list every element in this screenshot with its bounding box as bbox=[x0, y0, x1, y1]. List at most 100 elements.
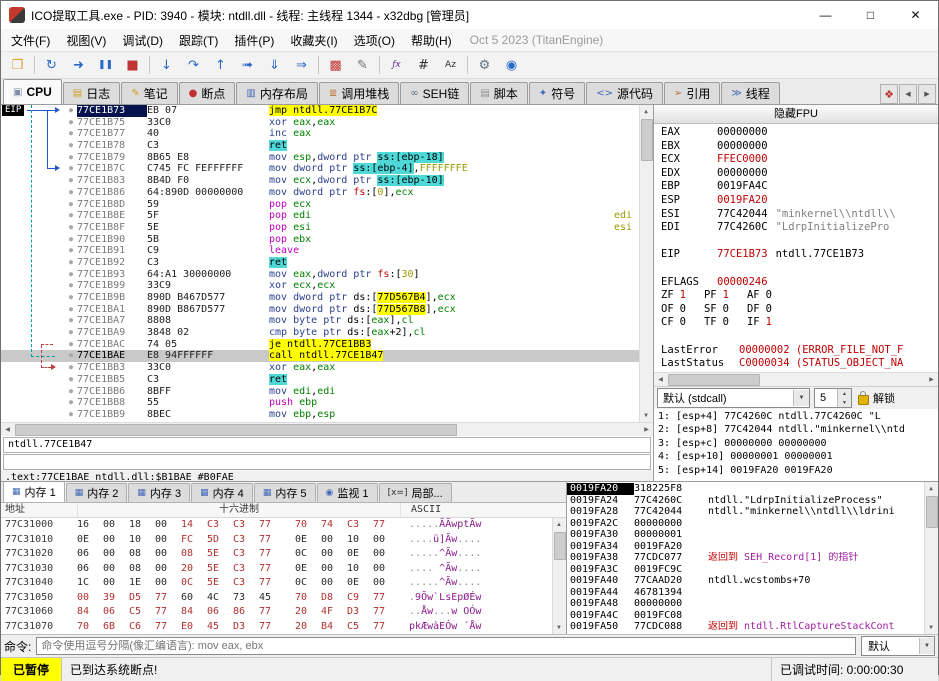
hash-button[interactable]: # bbox=[410, 53, 437, 77]
breakpoint-dot[interactable]: ● bbox=[65, 397, 77, 409]
breakpoint-dot[interactable]: ● bbox=[65, 234, 77, 246]
breakpoint-dot[interactable]: ● bbox=[65, 350, 77, 362]
tab-dump-3[interactable]: ▦ 内存 3 bbox=[128, 483, 191, 502]
disasm-row[interactable]: ● 77CE1BB3 33C0 xor eax,eax bbox=[1, 362, 640, 374]
tab-scroll-left[interactable]: ◀ bbox=[899, 84, 917, 104]
stack-row[interactable]: 0019FA34 0019FA20 bbox=[567, 541, 925, 553]
dump-row[interactable]: 77C31040 1C 00 1E 00 0C 5E C3 77 0C 00 0E 00 .....^Ãw… bbox=[1, 576, 566, 591]
disasm-row[interactable]: ● 77CE1B73 EB 07 jmp ntdll.77CE1B7C bbox=[1, 105, 640, 117]
scroll-right-icon[interactable]: ▶ bbox=[640, 423, 653, 435]
step-out-button[interactable]: ↑ bbox=[207, 53, 234, 77]
argument-row[interactable]: 2: [esp+8] 77C42044 ntdll."minkernel\\nt… bbox=[658, 423, 938, 436]
breakpoint-dot[interactable]: ● bbox=[65, 199, 77, 211]
stack-row[interactable]: 0019FA50 77CDC088 返回到 ntdll.RtlCaptureStac… bbox=[567, 621, 925, 633]
tab-call-stack[interactable]: ≣ 调用堆栈 bbox=[318, 82, 400, 104]
chevron-down-icon[interactable]: ▼ bbox=[919, 638, 934, 654]
breakpoint-dot[interactable]: ● bbox=[65, 280, 77, 292]
argument-row[interactable]: 5: [esp+14] 0019FA20 0019FA20 bbox=[658, 464, 938, 477]
detach-tab-icon[interactable]: ❖ bbox=[880, 84, 898, 104]
tab-memory-map[interactable]: ▥ 内存布局 bbox=[236, 82, 318, 104]
stack-row[interactable]: 0019FA40 77CAAD20 ntdll.wcstombs+70 bbox=[567, 575, 925, 587]
command-profile-select[interactable]: 默认 ▼ bbox=[861, 636, 935, 656]
disasm-row[interactable]: ● 77CE1B90 5B pop ebx bbox=[1, 234, 640, 246]
hide-fpu-header[interactable]: 隐藏FPU bbox=[654, 105, 938, 124]
tab-notes[interactable]: ✎ 笔记 bbox=[121, 82, 178, 104]
scroll-down-icon[interactable]: ▼ bbox=[553, 621, 565, 634]
breakpoint-dot[interactable]: ● bbox=[65, 269, 77, 281]
disasm-vscrollbar[interactable]: ▲ ▼ bbox=[639, 105, 653, 422]
menu-item-2[interactable]: 调试(D) bbox=[114, 29, 171, 52]
scroll-thumb[interactable] bbox=[554, 532, 566, 560]
menu-item-0[interactable]: 文件(F) bbox=[3, 29, 58, 52]
scroll-up-icon[interactable]: ▲ bbox=[925, 482, 937, 495]
breakpoint-dot[interactable]: ● bbox=[65, 152, 77, 164]
spin-down-icon[interactable]: ▼ bbox=[838, 398, 851, 407]
register-row[interactable]: CF 0 TF 0 IF 1 bbox=[661, 316, 938, 330]
breakpoint-dot[interactable]: ● bbox=[65, 117, 77, 129]
stack-row[interactable]: 0019FA44 46781394 bbox=[567, 587, 925, 599]
register-row[interactable]: EIP 77CE1B73 ntdll.77CE1B73 bbox=[661, 248, 938, 262]
unlock-toggle[interactable]: 解锁 bbox=[858, 390, 895, 406]
dump-view[interactable]: 77C31000 16 00 18 00 14 C3 C3 77 70 74 C3 77 .....ÃÃw… bbox=[1, 518, 566, 634]
pause-button[interactable]: ❚❚ bbox=[92, 53, 119, 77]
settings-button[interactable]: ⚙ bbox=[471, 53, 498, 77]
disasm-row[interactable]: ● 77CE1B91 C9 leave bbox=[1, 245, 640, 257]
disasm-row[interactable]: ● 77CE1B79 8B65 E8 mov esp,dword ptr ss:[eb… bbox=[1, 151, 640, 164]
tab-breakpoints[interactable]: ● 断点 bbox=[178, 82, 236, 104]
tab-dump-4[interactable]: ▦ 内存 4 bbox=[191, 483, 253, 502]
stop-button[interactable]: ■ bbox=[119, 53, 146, 77]
tab-locals[interactable]: [x=] 局部... bbox=[378, 483, 452, 502]
dump-row[interactable]: 77C31020 06 00 08 00 08 5E C3 77 0C 00 0E 00 .....^Ãw… bbox=[1, 547, 566, 562]
stack-row[interactable]: 0019FA48 00000000 bbox=[567, 598, 925, 610]
step-over-button[interactable]: ↷ bbox=[180, 53, 207, 77]
run-to-cursor-button[interactable]: ➟ bbox=[234, 53, 261, 77]
dump-row[interactable]: 77C31070 70 6B C6 77 E0 45 D3 77 20 B4 C5 77 pkÆwàEÓw… bbox=[1, 620, 566, 635]
step-into-button[interactable]: ↓ bbox=[153, 53, 180, 77]
disasm-row[interactable]: ● 77CE1B93 64:A1 30000000 mov eax,dword ptr… bbox=[1, 269, 640, 281]
stack-row[interactable]: 0019FA2C 00000000 bbox=[567, 518, 925, 530]
tab-scroll-right[interactable]: ▶ bbox=[918, 84, 936, 104]
chevron-down-icon[interactable]: ▼ bbox=[793, 390, 809, 406]
tab-watch-1[interactable]: ◉ 监视 1 bbox=[316, 483, 378, 502]
close-button[interactable]: ✕ bbox=[893, 1, 938, 29]
tab-log[interactable]: ▤ 日志 bbox=[62, 82, 121, 104]
tab-dump-1[interactable]: ▦ 内存 1 bbox=[3, 482, 65, 502]
argument-row[interactable]: 1: [esp+4] 77C4260C ntdll.77C4260C "L bbox=[658, 410, 938, 423]
breakpoint-dot[interactable]: ● bbox=[65, 362, 77, 374]
stack-row[interactable]: 0019FA28 77C42044 ntdll."minkernel\\ntdll\… bbox=[567, 506, 925, 518]
tab-script[interactable]: ▤ 脚本 bbox=[470, 82, 528, 104]
register-row[interactable]: LastStatus C0000034 (STATUS_OBJECT_NA bbox=[661, 357, 938, 371]
disasm-row[interactable]: ● 77CE1BAE E8 94FFFFFF call ntdll.77CE1B47 bbox=[1, 350, 640, 363]
stack-pane[interactable]: 0019FA20 318225F8 0019FA24 77C4260C ntdll."L… bbox=[567, 482, 938, 634]
disasm-row[interactable]: ● 77CE1B86 64:890D 00000000 mov dword ptr f… bbox=[1, 187, 640, 199]
breakpoint-dot[interactable]: ● bbox=[65, 327, 77, 339]
menu-item-6[interactable]: 选项(O) bbox=[346, 29, 403, 52]
register-row[interactable]: EFLAGS 00000246 bbox=[661, 276, 938, 290]
breakpoint-dot[interactable]: ● bbox=[65, 140, 77, 152]
disasm-row[interactable]: ● 77CE1B8E 5F pop edi edi bbox=[1, 210, 640, 222]
patches-button[interactable]: ▩ bbox=[322, 53, 349, 77]
disasm-row[interactable]: ● 77CE1BAC 74 05 je ntdll.77CE1BB3 bbox=[1, 338, 640, 351]
disasm-row[interactable]: ● 77CE1BB9 8BEC mov ebp,esp bbox=[1, 409, 640, 421]
stack-row[interactable]: 0019FA30 00000001 bbox=[567, 529, 925, 541]
assemble-button[interactable]: Az bbox=[437, 53, 464, 77]
scroll-left-icon[interactable]: ◀ bbox=[654, 373, 667, 385]
breakpoint-dot[interactable]: ● bbox=[65, 105, 77, 117]
breakpoint-dot[interactable]: ● bbox=[65, 128, 77, 140]
tab-seh[interactable]: ∞ SEH链 bbox=[400, 82, 470, 104]
breakpoint-dot[interactable]: ● bbox=[65, 409, 77, 421]
disasm-row[interactable]: ● 77CE1BA7 8808 mov byte ptr ds:[eax],cl bbox=[1, 315, 640, 327]
scroll-left-icon[interactable]: ◀ bbox=[1, 423, 14, 435]
disasm-row[interactable]: ● 77CE1B78 C3 ret bbox=[1, 140, 640, 152]
register-row[interactable]: EBP 0019FA4C bbox=[661, 180, 938, 194]
dump-row[interactable]: 77C31050 00 39 D5 77 60 4C 73 45 70 D8 C9 77 .9Õw`LsE… bbox=[1, 591, 566, 606]
comment-button[interactable]: ✎ bbox=[349, 53, 376, 77]
compass-button[interactable]: ◉ bbox=[498, 53, 525, 77]
stack-row[interactable]: 0019FA4C 0019FC08 bbox=[567, 610, 925, 622]
breakpoint-dot[interactable]: ● bbox=[65, 315, 77, 327]
disasm-row[interactable]: ● 77CE1B77 40 inc eax bbox=[1, 128, 640, 140]
breakpoint-dot[interactable]: ● bbox=[65, 245, 77, 257]
register-row[interactable]: ZF 1 PF 1 AF 0 bbox=[661, 289, 938, 303]
disasm-row[interactable]: ● 77CE1B7C C745 FC FEFFFFFF mov dword ptr s… bbox=[1, 163, 640, 175]
breakpoint-dot[interactable]: ● bbox=[65, 163, 77, 175]
